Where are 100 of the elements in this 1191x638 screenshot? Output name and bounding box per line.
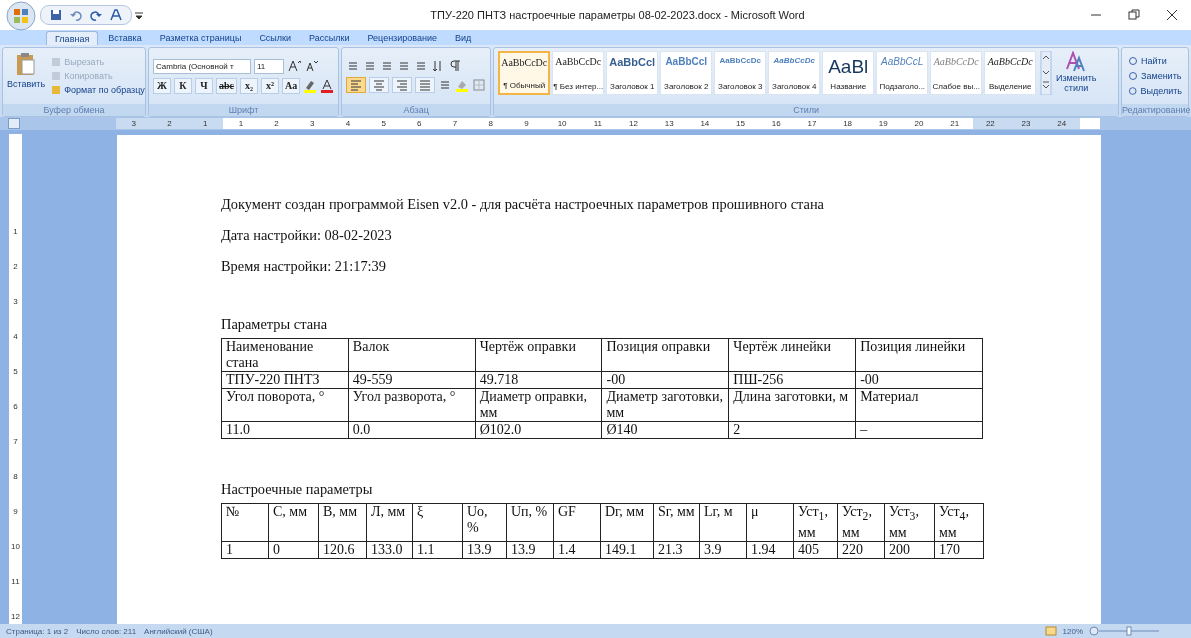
format-button[interactable]: abc <box>216 77 237 94</box>
status-item[interactable]: Страница: 1 из 2 <box>6 626 69 636</box>
table-cell: 49-559 <box>348 371 476 389</box>
ruler-number: 3 <box>13 296 18 307</box>
restore-icon[interactable] <box>1127 8 1141 22</box>
table-cell: GF <box>553 503 601 542</box>
table-cell: 21.3 <box>653 541 700 559</box>
ruler-number: 9 <box>13 506 18 517</box>
editing-button[interactable]: Выделить <box>1126 85 1184 97</box>
style-tile[interactable]: AaBbCcDc Слабое вы... <box>930 51 983 95</box>
style-tile[interactable]: AaBbCcI Заголовок 2 <box>660 51 713 95</box>
format-button[interactable]: Aa <box>282 77 301 94</box>
borders-icon[interactable] <box>472 78 487 92</box>
table-cell: 1 <box>221 541 269 559</box>
ribbon-tab[interactable]: Рецензирование <box>359 31 445 45</box>
ruler-number: 2 <box>273 118 280 129</box>
ruler-number: 11 <box>592 118 603 129</box>
ruler-number: 2 <box>13 261 18 272</box>
undo-icon[interactable] <box>69 8 83 22</box>
ruler-number: 6 <box>13 401 18 412</box>
gallery-scroll-icon[interactable] <box>1040 51 1053 95</box>
style-tile[interactable]: AaBl Название <box>822 51 875 95</box>
document-paragraph: Документ создан программой Eisen v2.0 - для расчёта настроечных параметров прошивного стана <box>221 196 825 212</box>
editing-button[interactable]: Найти <box>1126 55 1184 67</box>
format-button[interactable]: К <box>174 77 192 94</box>
close-icon[interactable] <box>1165 8 1179 22</box>
ribbon-tab[interactable]: Главная <box>46 31 99 45</box>
table-cell: Uо, % <box>462 503 507 542</box>
document-paragraph: Дата настройки: 08-02-2023 <box>221 227 393 243</box>
table-cell: -00 <box>602 371 729 389</box>
table-cell: Угол поворота, ° <box>221 388 349 422</box>
table-cell: ξ <box>412 503 463 542</box>
ribbon-tab[interactable]: Вставка <box>100 31 150 45</box>
ruler-number: 5 <box>13 366 18 377</box>
style-tile[interactable]: AaBbCcl Заголовок 1 <box>606 51 659 95</box>
table-cell: 1.4 <box>553 541 601 559</box>
ribbon-tab[interactable]: Вид <box>446 31 480 45</box>
table-cell: 220 <box>837 541 885 559</box>
ruler-number: 23 <box>1008 118 1044 129</box>
ribbon-tab[interactable]: Ссылки <box>251 31 300 45</box>
table-cell: 1.94 <box>746 541 794 559</box>
font-size-field[interactable]: 11 <box>254 58 284 74</box>
ruler-number: 21 <box>949 118 961 129</box>
table-cell: Уст$_{3}$, мм <box>884 503 935 542</box>
table-cell: В, мм <box>318 503 367 542</box>
style-tile[interactable]: AaBbCcDc ¶ Обычный <box>498 51 551 95</box>
table-cell: 200 <box>884 541 935 559</box>
ruler-number: 8 <box>487 118 494 129</box>
style-tile[interactable]: AaBbCcDc Выделение <box>984 51 1037 95</box>
table-cell: Уст$_{4}$, мм <box>934 503 984 542</box>
view-layout-icon[interactable] <box>1044 625 1057 637</box>
ruler-number: 9 <box>523 118 530 129</box>
save-icon[interactable] <box>49 8 63 22</box>
style-tile[interactable]: AaBbCcDc Заголовок 4 <box>768 51 821 95</box>
spelling-icon[interactable] <box>109 8 123 22</box>
clipboard-button[interactable]: Формат по образцу <box>49 84 147 96</box>
ruler-number: 14 <box>699 118 711 129</box>
font-family-field[interactable]: Cambria (Основной т <box>153 58 251 74</box>
format-button[interactable]: x₂ <box>240 77 258 94</box>
style-tile[interactable]: AaBbCcDc Заголовок 3 <box>714 51 767 95</box>
highlight-icon[interactable] <box>303 78 318 93</box>
zoom-level[interactable]: 120% <box>1062 626 1083 636</box>
table-cell: Материал <box>855 388 983 422</box>
table-cell: 405 <box>793 541 838 559</box>
table-cell: Диаметр оправки, мм <box>475 388 602 422</box>
table-cell: С, мм <box>268 503 319 542</box>
document-paragraph: Время настройки: 21:17:39 <box>221 258 387 274</box>
tab-selector-icon[interactable] <box>8 118 20 129</box>
change-styles-button[interactable]: Изменить стили <box>1056 51 1097 101</box>
office-button[interactable] <box>6 1 36 31</box>
shading-icon[interactable] <box>455 78 470 92</box>
table-cell: 0 <box>268 541 319 559</box>
shrink-font-icon[interactable] <box>304 59 318 73</box>
vertical-ruler[interactable]: 1 2 3 4 5 6 7 8 9 10 11 12 <box>9 134 22 624</box>
styles-letters-icon[interactable] <box>1065 51 1088 73</box>
font-color-icon[interactable] <box>320 78 335 93</box>
grow-font-icon[interactable] <box>287 59 301 73</box>
ruler-number: 22 <box>972 118 1009 129</box>
format-button[interactable]: Ж <box>153 77 171 94</box>
pilcrow-icon[interactable] <box>448 59 463 73</box>
table-cell: μ <box>746 503 794 542</box>
paste-button[interactable]: Вставить <box>7 51 46 101</box>
format-button[interactable]: Ч <box>195 77 213 94</box>
ruler-number: 2 <box>151 118 188 129</box>
ribbon-tab[interactable]: Разметка страницы <box>151 31 250 45</box>
format-button[interactable]: x² <box>261 77 279 94</box>
ribbon-tab[interactable]: Рассылки <box>301 31 358 45</box>
style-tile[interactable]: AaBbCcL Подзаголо... <box>876 51 929 95</box>
editing-button[interactable]: Заменить <box>1126 70 1184 82</box>
status-item[interactable]: Число слов: 211 <box>76 626 137 636</box>
ruler-number: 1 <box>13 226 18 237</box>
table-cell: Чертёж линейки <box>728 338 856 372</box>
table-cell: Диаметр заготовки, мм <box>602 388 729 422</box>
horizontal-ruler[interactable]: 3 2 1 1 2 3 4 5 6 7 8 9 10 11 12 13 14 15 16 17 18 19 20 21 22 23 24 <box>116 118 1100 129</box>
redo-icon[interactable] <box>89 8 103 22</box>
table-cell: 49.718 <box>475 371 602 389</box>
style-tile[interactable]: AaBbCcDc ¶ Без интер... <box>552 51 605 95</box>
table-cell: Наименование стана <box>221 338 349 372</box>
status-item[interactable]: Английский (США) <box>144 626 213 636</box>
zoom-slider-drawing[interactable] <box>1089 625 1161 637</box>
